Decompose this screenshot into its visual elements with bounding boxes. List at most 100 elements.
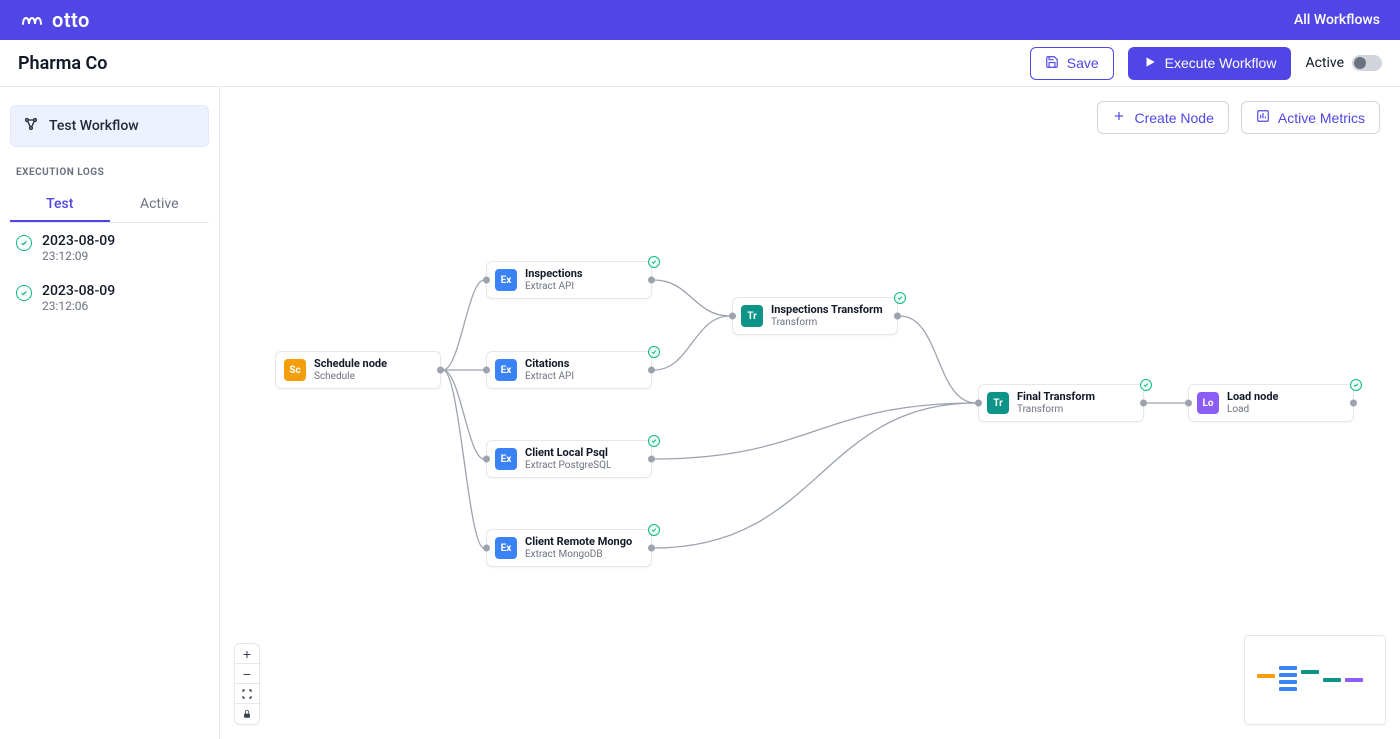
node-title: Client Remote Mongo [525, 535, 632, 548]
status-success-icon [648, 524, 660, 536]
status-success-icon [1350, 379, 1362, 391]
logs-tab-test[interactable]: Test [10, 188, 110, 222]
active-label: Active [1305, 55, 1344, 71]
node-psql[interactable]: ExClient Local PsqlExtract PostgreSQL [486, 440, 652, 478]
lock-button[interactable] [235, 704, 259, 724]
canvas-actions: Create Node Active Metrics [1097, 101, 1380, 134]
node-title: Inspections [525, 267, 583, 280]
node-load[interactable]: Lo Load nodeLoad [1188, 384, 1354, 422]
node-title: Inspections Transform [771, 303, 883, 316]
check-icon [16, 235, 32, 251]
port-out[interactable] [894, 313, 901, 320]
node-subtitle: Load [1227, 404, 1278, 416]
zoom-controls: + − [234, 643, 260, 725]
node-type-icon: Tr [987, 392, 1009, 414]
node-subtitle: Schedule [314, 371, 387, 383]
port-out[interactable] [1140, 400, 1147, 407]
active-metrics-label: Active Metrics [1278, 110, 1365, 126]
port-out[interactable] [437, 367, 444, 374]
node-subtitle: Transform [1017, 404, 1095, 416]
status-success-icon [1140, 379, 1152, 391]
node-mongo[interactable]: Ex Client Remote MongoExtract MongoDB [486, 529, 652, 567]
save-label: Save [1067, 55, 1099, 71]
logs-tabs: Test Active [10, 188, 209, 223]
brand-icon [20, 10, 44, 30]
node-type-icon: Sc [284, 359, 306, 381]
node-type-icon: Lo [1197, 392, 1219, 414]
test-workflow-label: Test Workflow [49, 118, 139, 134]
port-in[interactable] [483, 545, 490, 552]
page-title: Pharma Co [18, 53, 107, 74]
node-text: Load nodeLoad [1227, 390, 1278, 415]
node-type-icon: Tr [741, 305, 763, 327]
port-out[interactable] [648, 277, 655, 284]
node-citations[interactable]: Ex CitationsExtract API [486, 351, 652, 389]
chart-icon [1256, 109, 1270, 126]
node-title: Citations [525, 357, 574, 370]
node-subtitle: Extract PostgreSQL [525, 460, 611, 472]
log-time: 23:12:09 [42, 249, 115, 263]
toolbar: Pharma Co Save Execute Workflow Active [0, 40, 1400, 87]
node-insp_tr[interactable]: Tr Inspections TransformTransform [732, 297, 898, 335]
port-out[interactable] [648, 545, 655, 552]
node-subtitle: Extract MongoDB [525, 549, 632, 561]
node-schedule[interactable]: Sc Schedule nodeSchedule [275, 351, 441, 389]
save-icon [1045, 55, 1059, 72]
node-subtitle: Extract API [525, 371, 574, 383]
save-button[interactable]: Save [1030, 47, 1114, 80]
minimap[interactable] [1244, 635, 1386, 725]
node-type-icon: Ex [495, 537, 517, 559]
create-node-label: Create Node [1134, 110, 1213, 126]
node-text: Client Local PsqlExtract PostgreSQL [525, 446, 611, 471]
execute-workflow-button[interactable]: Execute Workflow [1128, 47, 1292, 80]
workflow-canvas[interactable]: Create Node Active Metrics Sc Schedule no… [220, 87, 1400, 739]
toolbar-actions: Save Execute Workflow Active [1030, 47, 1382, 80]
active-toggle[interactable] [1352, 55, 1382, 71]
play-icon [1143, 55, 1157, 72]
log-date: 2023-08-09 [42, 283, 115, 299]
zoom-out-button[interactable]: − [235, 664, 259, 684]
sidebar: Test Workflow EXECUTION LOGS Test Active… [0, 87, 220, 739]
status-success-icon [894, 292, 906, 304]
execute-label: Execute Workflow [1165, 55, 1277, 71]
status-success-icon [648, 256, 660, 268]
node-title: Client Local Psql [525, 446, 611, 459]
status-success-icon [648, 435, 660, 447]
port-in[interactable] [483, 456, 490, 463]
execution-logs: EXECUTION LOGS Test Active 2023-08-09 23… [10, 167, 209, 323]
port-out[interactable] [648, 456, 655, 463]
port-in[interactable] [975, 400, 982, 407]
fit-button[interactable] [235, 684, 259, 704]
port-out[interactable] [648, 367, 655, 374]
check-icon [16, 285, 32, 301]
node-text: CitationsExtract API [525, 357, 574, 382]
port-in[interactable] [729, 313, 736, 320]
port-in[interactable] [483, 277, 490, 284]
port-out[interactable] [1350, 400, 1357, 407]
node-inspections[interactable]: Ex InspectionsExtract API [486, 261, 652, 299]
node-type-icon: Ex [495, 359, 517, 381]
node-text: Schedule nodeSchedule [314, 357, 387, 382]
port-in[interactable] [483, 367, 490, 374]
node-type-icon: Ex [495, 269, 517, 291]
active-toggle-wrap: Active [1305, 55, 1382, 71]
port-in[interactable] [1185, 400, 1192, 407]
active-metrics-button[interactable]: Active Metrics [1241, 101, 1380, 134]
node-title: Load node [1227, 390, 1278, 403]
node-final_tr[interactable]: Tr Final TransformTransform [978, 384, 1144, 422]
node-text: Final TransformTransform [1017, 390, 1095, 415]
all-workflows-link[interactable]: All Workflows [1294, 12, 1380, 28]
workflow-icon [23, 116, 39, 136]
test-workflow-button[interactable]: Test Workflow [10, 105, 209, 147]
node-text: Inspections TransformTransform [771, 303, 883, 328]
logs-tab-active[interactable]: Active [110, 188, 210, 222]
node-text: InspectionsExtract API [525, 267, 583, 292]
log-item[interactable]: 2023-08-09 23:12:09 [10, 223, 209, 273]
node-title: Schedule node [314, 357, 387, 370]
log-item[interactable]: 2023-08-09 23:12:06 [10, 273, 209, 323]
node-title: Final Transform [1017, 390, 1095, 403]
logs-header: EXECUTION LOGS [10, 167, 209, 178]
zoom-in-button[interactable]: + [235, 644, 259, 664]
create-node-button[interactable]: Create Node [1097, 101, 1228, 134]
log-date: 2023-08-09 [42, 233, 115, 249]
